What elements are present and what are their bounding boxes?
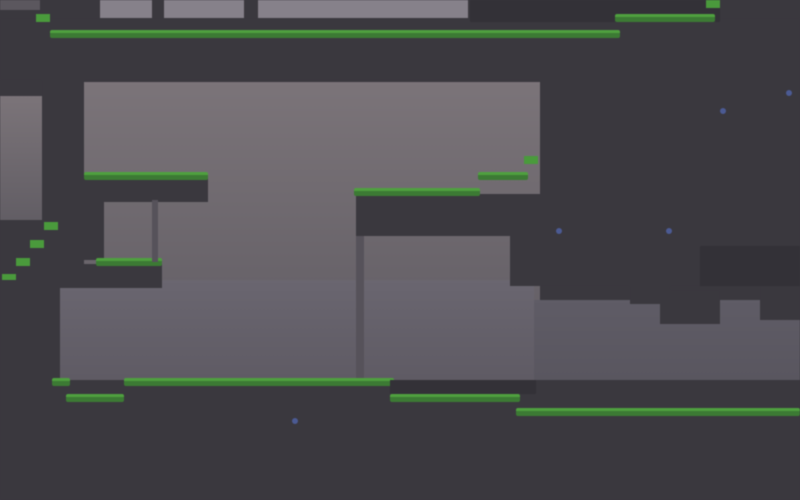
ceiling-grass-corner: [706, 0, 720, 8]
sparkle: [292, 418, 298, 424]
ground-grass-left-step: [52, 378, 70, 386]
ground-ledge-step: [390, 380, 536, 394]
cave-background-lower: [54, 280, 534, 390]
platform-center-grass-raised: [478, 172, 528, 180]
platform-upper-left-grass: [84, 172, 208, 180]
platform-center-grass: [354, 188, 480, 196]
left-slope-grass-3: [16, 258, 30, 266]
ground-grass-left: [66, 394, 124, 402]
ground-grass-mid: [390, 394, 520, 402]
support-pillar-left: [152, 200, 158, 262]
upper-opening-3: [258, 0, 468, 18]
upper-opening-2: [164, 0, 244, 18]
support-pillar-middle: [356, 232, 364, 380]
cave-background-left: [0, 96, 42, 236]
upper-opening-1: [100, 0, 152, 18]
ground-grass-center: [124, 378, 394, 386]
platform-upper-left: [84, 178, 208, 202]
sparkle: [666, 228, 672, 234]
sparkle: [720, 108, 726, 114]
platform-lower-left: [60, 264, 162, 288]
platform-upper-left-base: [84, 200, 104, 260]
right-rock-stalactite-3: [760, 280, 800, 320]
platform-center-grass-step: [524, 156, 538, 164]
upper-opening-left: [0, 0, 40, 10]
ceiling-grass-right: [615, 14, 715, 22]
sparkle: [556, 228, 562, 234]
ceiling-grass-left-step: [36, 14, 50, 22]
ground-grass-right: [516, 408, 800, 416]
left-slope-grass-2: [30, 240, 44, 248]
right-rock-stalactite-2: [660, 290, 720, 324]
ceiling-rock-band: [0, 18, 800, 80]
sparkle: [786, 90, 792, 96]
game-canvas[interactable]: [0, 0, 800, 500]
left-slope-grass-1: [44, 222, 58, 230]
ceiling-grass-ledge: [50, 30, 620, 38]
ground-left-wall: [0, 280, 54, 390]
right-rock-shadow: [700, 246, 800, 286]
